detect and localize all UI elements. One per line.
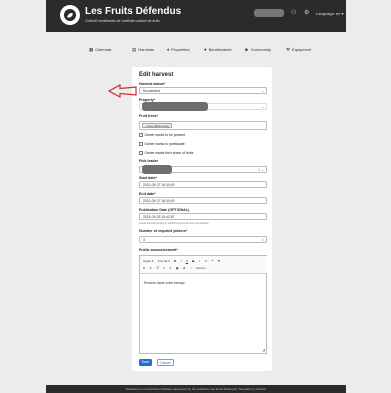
end-date-label: End date* [139, 192, 156, 196]
brand-title[interactable]: Les Fruits Défendus [85, 6, 181, 17]
toolbar-row-2: ⧉ ✎ ☰ ≡ A ▦ ⊕ ⌂ Source [143, 266, 209, 270]
owner-present-checkbox[interactable]: Owner wants to be present [139, 133, 185, 137]
brand-logo[interactable] [60, 5, 80, 25]
editor-toolbar: Styles ▾ Format ▾ B I U S × x² ❝ ⚑ ⧉ ✎ ☰… [140, 256, 267, 274]
announcement-text[interactable]: Rosiers dans votre famaçi. [144, 281, 185, 285]
flag-icon[interactable]: ⚑ [218, 259, 221, 263]
copy-icon[interactable]: ⧉ [143, 266, 145, 270]
cancel-button[interactable]: Cancel [157, 359, 174, 366]
user-icon[interactable]: ⚇ [291, 9, 296, 16]
publication-hint: Leave this field empty to publish harves… [139, 222, 209, 225]
nav-calendar[interactable]: ▦ Calendar [89, 47, 112, 53]
pick-leader-label: Pick leader [139, 159, 158, 163]
text-color-icon[interactable]: A [169, 266, 171, 270]
save-button[interactable]: Save [139, 359, 152, 366]
superscript-button[interactable]: x² [205, 259, 208, 263]
community-icon: ☻ [244, 47, 249, 52]
publication-date-label: Publication Date (OPTIONAL) [139, 208, 190, 212]
nav-properties[interactable]: ♦ Properties [167, 47, 190, 52]
announcement-editor[interactable]: Styles ▾ Format ▾ B I U S × x² ❝ ⚑ ⧉ ✎ ☰… [139, 255, 267, 354]
brand-subtitle: Collectif montréalais de cueillette urba… [85, 19, 160, 23]
resize-handle-icon[interactable]: ◢ [262, 348, 265, 352]
styles-dropdown[interactable]: Styles ▾ [143, 259, 154, 263]
start-date-label: Start date* [139, 176, 157, 180]
site-footer: Saskatoon is a Free/Libre Software devel… [46, 385, 346, 393]
harvest-icon: ▤ [132, 47, 137, 52]
nav-beneficiaries[interactable]: ● Beneficiaries [204, 47, 232, 52]
link-icon[interactable]: ⊕ [183, 266, 186, 270]
strike-button[interactable]: S [192, 259, 194, 263]
table-icon[interactable]: ▦ [176, 266, 179, 270]
language-selector[interactable]: Language: en ▾ [316, 11, 344, 16]
beneficiary-icon: ● [204, 47, 207, 52]
fruit-logo-icon [64, 9, 76, 21]
owner-share-checkbox[interactable]: Owner wants their share of fruits [139, 151, 193, 155]
end-date-input[interactable]: 2021-09-07 18:30:00 [139, 197, 267, 204]
stepper-icon[interactable]: ⇳ [261, 237, 264, 243]
bold-button[interactable]: B [174, 259, 176, 263]
owner-participate-checkbox[interactable]: Owner wants to participate [139, 142, 185, 146]
redacted-property [142, 102, 208, 111]
edit-icon[interactable]: ✎ [150, 266, 153, 270]
italic-button[interactable]: I [181, 259, 182, 263]
chevron-down-icon: × ⌄ [258, 168, 264, 172]
announcement-label: Public announcement* [139, 248, 178, 252]
footer-text: Saskatoon is a Free/Libre Software devel… [125, 387, 267, 391]
tools-icon: ⚒ [286, 47, 291, 52]
chevron-down-icon: ⌄ [261, 105, 264, 109]
publication-date-input[interactable]: 2021-09-03 10:42:57 [139, 213, 267, 220]
underline-button[interactable]: U [186, 259, 188, 263]
nav-equipment[interactable]: ⚒ Equipment [286, 47, 311, 53]
source-button[interactable]: Source [196, 266, 206, 270]
fruit-trees-label: Fruit trees* [139, 114, 158, 118]
nav-community[interactable]: ☻ Community [244, 47, 271, 52]
pickers-label: Number of required pickers* [139, 229, 188, 233]
list-icon[interactable]: ☰ [156, 266, 159, 270]
harvest-status-select[interactable]: Succeeded ⌄ [139, 87, 267, 94]
page-title: Edit harvest [139, 72, 174, 78]
pickers-input[interactable]: 3 ⇳ [139, 236, 267, 243]
redacted-user-name [254, 9, 284, 17]
fruit-tree-tag[interactable]: + Pear (Bebe Faw) [142, 123, 172, 128]
site-header: Les Fruits Défendus Collectif montréalai… [0, 0, 391, 32]
red-arrow-icon [108, 84, 137, 98]
calendar-icon: ▦ [89, 47, 94, 52]
map-marker-icon: ♦ [167, 47, 170, 52]
subscript-button[interactable]: × [199, 259, 201, 263]
redacted-pick-leader [142, 165, 172, 174]
gear-icon[interactable]: ⚙ [304, 9, 309, 16]
harvest-status-label: Harvest status* [139, 82, 166, 86]
nav-harvests[interactable]: ▤ Harvests [132, 47, 154, 53]
main-nav: ▦ Calendar ▤ Harvests ♦ Properties ● Benefic… [0, 47, 391, 57]
chevron-down-icon: ⌄ [261, 89, 264, 93]
home-icon[interactable]: ⌂ [190, 266, 192, 270]
align-icon[interactable]: ≡ [163, 266, 165, 270]
quote-icon[interactable]: ❝ [212, 259, 214, 263]
toolbar-row-1: Styles ▾ Format ▾ B I U S × x² ❝ ⚑ [143, 259, 224, 263]
format-dropdown[interactable]: Format ▾ [158, 259, 170, 263]
start-date-input[interactable]: 2021-09-07 16:30:00 [139, 181, 267, 188]
